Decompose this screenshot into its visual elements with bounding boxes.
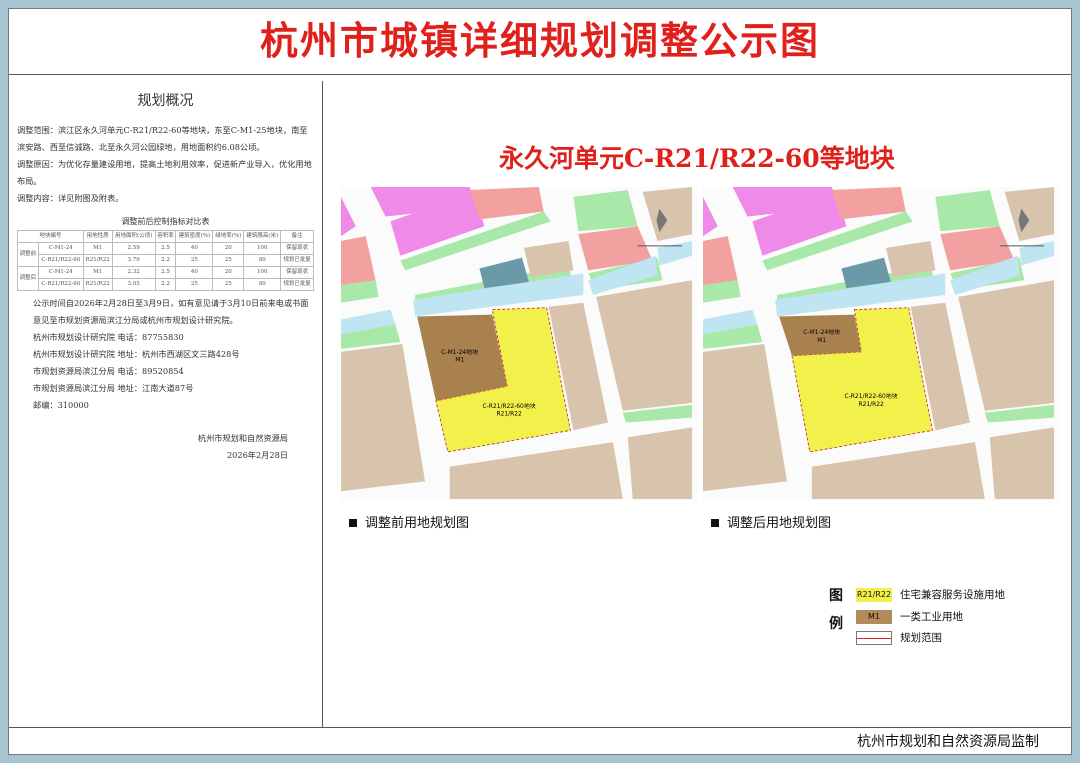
notice-board: 杭州市城镇详细规划调整公示图 规划概况 调整范围：滨江区永久河单元C-R21/R… xyxy=(8,8,1072,755)
table-cell: 3.05 xyxy=(111,278,156,291)
legend-heading: 图 xyxy=(829,588,843,604)
table-row: C-R21/R22-60 R21/R22 3.05 2.2 25 25 80 规划已批复 xyxy=(18,278,314,291)
bullet-icon xyxy=(349,519,357,527)
table-cell: 2.5 xyxy=(154,266,177,279)
table-cell: 规划已批复 xyxy=(280,254,314,267)
map-after: C-M1-24地块 M1 C-R21/R22-60地块 R21/R22 xyxy=(703,187,1059,501)
m1-code: M1 xyxy=(817,338,826,344)
boundary-swatch xyxy=(856,630,892,645)
table-cell: 规划已批复 xyxy=(280,278,314,291)
row-group: 调整后 xyxy=(17,266,39,291)
legend-item-boundary: 规划范围 xyxy=(856,630,942,645)
table-cell: 25 xyxy=(212,278,245,291)
map-before: C-M1-24地块 M1 C-R21/R22-60地块 R21/R22 xyxy=(341,187,697,501)
legend-swatch: R21/R22 xyxy=(856,587,892,602)
table-cell: M1 xyxy=(82,242,113,255)
legend-label: 住宅兼容服务设施用地 xyxy=(900,589,1005,601)
page-title: 杭州市城镇详细规划调整公示图 xyxy=(9,9,1071,75)
table-cell: R21/R22 xyxy=(82,254,113,267)
contact-line: 市规划资源局滨江分局 地址：江南大道87号 xyxy=(33,383,194,393)
table-cell: 25 xyxy=(212,254,245,267)
signature: 杭州市规划和自然资源局 xyxy=(197,433,288,443)
row-group: 调整前 xyxy=(17,242,39,267)
table-header: 地块编号 xyxy=(17,230,84,243)
table-cell: 20 xyxy=(212,266,245,279)
table-cell: 100 xyxy=(243,266,282,279)
adjust-content: 调整内容：详见附图及附表。 xyxy=(17,193,124,203)
r-label: C-R21/R22-60地块 xyxy=(845,392,898,400)
r-label: C-R21/R22-60地块 xyxy=(483,402,536,410)
land-use-map: C-M1-24地块 M1 C-R21/R22-60地块 R21/R22 xyxy=(703,187,1059,501)
table-cell: 2.32 xyxy=(111,266,156,279)
contact-line: 杭州市规划设计研究院 电话：87755830 xyxy=(33,332,184,342)
caption-before: 调整前用地规划图 xyxy=(349,512,469,531)
bullet-icon xyxy=(711,519,719,527)
legend-label: 一类工业用地 xyxy=(900,611,963,623)
footer: 杭州市规划和自然资源局监制 xyxy=(9,727,1071,756)
table-header: 备注 xyxy=(280,230,314,243)
table-cell: M1 xyxy=(82,266,113,279)
table-row: 调整前 C-M1-24 M1 2.59 2.5 40 20 100 保留现状 xyxy=(17,242,314,267)
table-row: C-R21/R22-60 R21/R22 3.79 2.2 25 25 80 规划已批复 xyxy=(18,254,314,267)
m1-label: C-M1-24地块 xyxy=(441,348,478,356)
table-cell: 保留现状 xyxy=(280,242,314,255)
caption-text: 调整后用地规划图 xyxy=(727,516,832,531)
table-header: 用地面积(公顷) xyxy=(111,230,156,243)
table-cell: C-R21/R22-60 xyxy=(37,254,84,267)
table-cell: 80 xyxy=(243,278,282,291)
postcode: 邮编：310000 xyxy=(33,400,89,410)
legend-item-residential: R21/R22 住宅兼容服务设施用地 xyxy=(856,587,1005,602)
table-cell: 25 xyxy=(175,278,214,291)
m1-code: M1 xyxy=(455,358,464,364)
overview-heading: 规划概况 xyxy=(137,93,194,109)
table-header: 用地性质 xyxy=(82,230,113,243)
r-code: R21/R22 xyxy=(858,402,884,408)
land-use-map: C-M1-24地块 M1 C-R21/R22-60地块 R21/R22 xyxy=(341,187,697,501)
table-cell: 80 xyxy=(243,254,282,267)
table-header: 绿地率(%) xyxy=(212,230,245,243)
contact-line: 市规划资源局滨江分局 电话：89520854 xyxy=(33,366,184,376)
table-cell: 2.5 xyxy=(154,242,177,255)
legend-heading: 例 xyxy=(829,616,843,632)
table-cell: 40 xyxy=(175,242,214,255)
adjust-reason: 调整原因：为优化存量建设用地，提高土地利用效率，促进新产业导入，优化用地布局。 xyxy=(17,159,312,186)
indicator-table: 地块编号 用地性质 用地面积(公顷) 容积率 建筑密度(%) 绿地率(%) 建筑限高(米) 备… xyxy=(17,230,314,291)
table-header: 建筑限高(米) xyxy=(243,230,282,243)
project-subtitle: 永久河单元C-R21/R22-60等地块 xyxy=(499,144,895,173)
table-cell: 25 xyxy=(175,254,214,267)
legend-swatch: M1 xyxy=(856,609,892,624)
caption-text: 调整前用地规划图 xyxy=(365,516,470,531)
table-cell: 2.2 xyxy=(154,278,177,291)
table-header: 建筑密度(%) xyxy=(175,230,214,243)
r-code: R21/R22 xyxy=(496,412,522,418)
table-header: 容积率 xyxy=(154,230,177,243)
table-title: 调整前后控制指标对比表 xyxy=(121,217,210,226)
table-cell: 100 xyxy=(243,242,282,255)
legend-item-industrial: M1 一类工业用地 xyxy=(856,609,963,624)
table-cell: C-M1-24 xyxy=(37,266,84,279)
date: 2026年2月28日 xyxy=(226,450,288,460)
table-row: 调整后 C-M1-24 M1 2.32 2.5 40 20 100 保留现状 xyxy=(17,266,314,291)
table-cell: 2.2 xyxy=(154,254,177,267)
m1-label: C-M1-24地块 xyxy=(803,328,840,336)
legend-label: 规划范围 xyxy=(900,632,942,644)
planning-overview-panel: 规划概况 调整范围：滨江区永久河单元C-R21/R22-60等地块，东至C-M1… xyxy=(9,81,323,727)
table-cell: C-M1-24 xyxy=(37,242,84,255)
adjust-scope: 调整范围：滨江区永久河单元C-R21/R22-60等地块，东至C-M1-25地块… xyxy=(17,125,308,152)
table-cell: 20 xyxy=(212,242,245,255)
table-cell: R21/R22 xyxy=(82,278,113,291)
table-cell: C-R21/R22-60 xyxy=(37,278,84,291)
table-cell: 2.59 xyxy=(111,242,156,255)
table-cell: 保留现状 xyxy=(280,266,314,279)
notice-text: 公示时间自2026年2月28日至3月9日，如有意见请于3月10日前来电或书面意见… xyxy=(33,298,309,325)
table-cell: 40 xyxy=(175,266,214,279)
caption-after: 调整后用地规划图 xyxy=(711,512,831,531)
contact-line: 杭州市规划设计研究院 地址：杭州市西湖区文三路428号 xyxy=(33,349,240,359)
table-cell: 3.79 xyxy=(111,254,156,267)
